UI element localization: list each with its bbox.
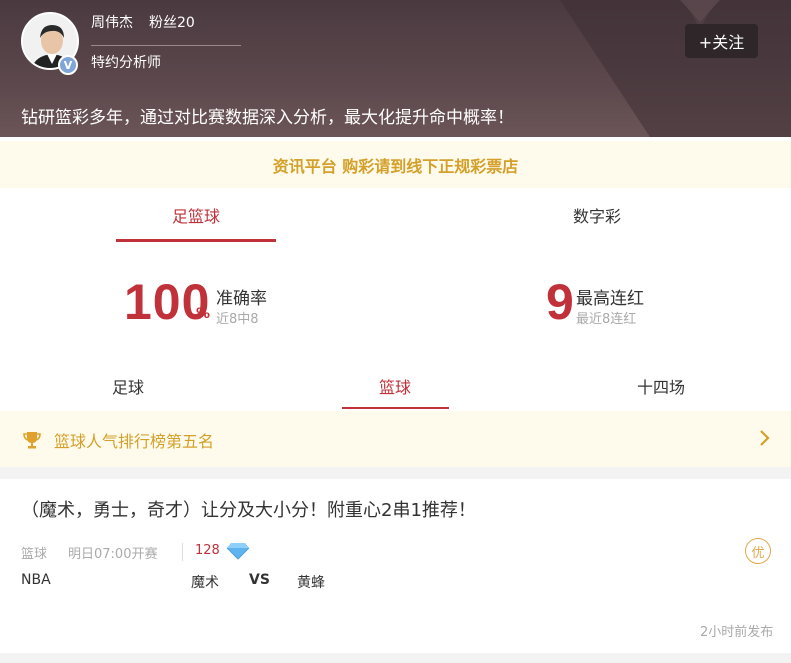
trophy-icon — [23, 432, 41, 449]
section-gap — [0, 467, 791, 479]
meta-divider — [182, 543, 183, 561]
streak-label: 最高连红 — [576, 289, 644, 309]
header-divider — [91, 45, 241, 46]
article-start-time: 明日07:00开赛 — [68, 547, 158, 562]
main-tab-indicator — [116, 239, 276, 242]
vs-label: VS — [249, 572, 270, 588]
article-title[interactable]: （魔术，勇士，奇才）让分及大小分！附重心2串1推荐！ — [21, 496, 476, 522]
fans-count: 粉丝20 — [149, 15, 195, 31]
expert-title: 特约分析师 — [91, 55, 161, 71]
accuracy-label: 准确率 — [216, 289, 267, 309]
accuracy-value: 100 — [124, 274, 211, 330]
article-price: 128 — [195, 543, 220, 558]
notice-banner: 资讯平台 购彩请到线下正规彩票店 — [0, 141, 791, 188]
rank-text: 篮球人气排行榜第五名 — [54, 432, 215, 451]
streak-value: 9 — [546, 274, 575, 330]
tab-football-basketball[interactable]: 足篮球 — [116, 203, 276, 227]
published-time: 2小时前发布 — [700, 625, 774, 640]
subtab-basketball[interactable]: 篮球 — [379, 374, 411, 398]
subtab-indicator — [342, 407, 449, 409]
accuracy-sub: 近8中8 — [216, 312, 259, 327]
accuracy-unit: % — [196, 306, 211, 322]
subtab-football[interactable]: 足球 — [112, 374, 144, 398]
article-sport: 篮球 — [21, 547, 48, 562]
expert-name: 周伟杰 — [91, 15, 133, 31]
league-name: NBA — [21, 572, 51, 588]
bottom-gap — [0, 653, 791, 663]
premium-badge: 优 — [745, 538, 771, 564]
verified-badge: V — [58, 55, 78, 75]
subtab-fourteen[interactable]: 十四场 — [637, 374, 685, 398]
away-team: 黄蜂 — [297, 575, 325, 591]
expert-intro: 钻研篮彩多年，通过对比赛数据深入分析，最大化提升命中概率！ — [21, 108, 514, 128]
chevron-right-icon[interactable] — [758, 429, 772, 447]
follow-button[interactable]: +关注 — [685, 24, 758, 58]
diamond-icon — [226, 543, 250, 560]
tab-digital-lottery[interactable]: 数字彩 — [517, 203, 677, 227]
streak-sub: 最近8连红 — [576, 312, 637, 327]
expert-header: V 周伟杰 粉丝20 特约分析师 +关注 钻研篮彩多年，通过对比赛数据深入分析，… — [0, 0, 791, 137]
home-team: 魔术 — [191, 575, 219, 591]
